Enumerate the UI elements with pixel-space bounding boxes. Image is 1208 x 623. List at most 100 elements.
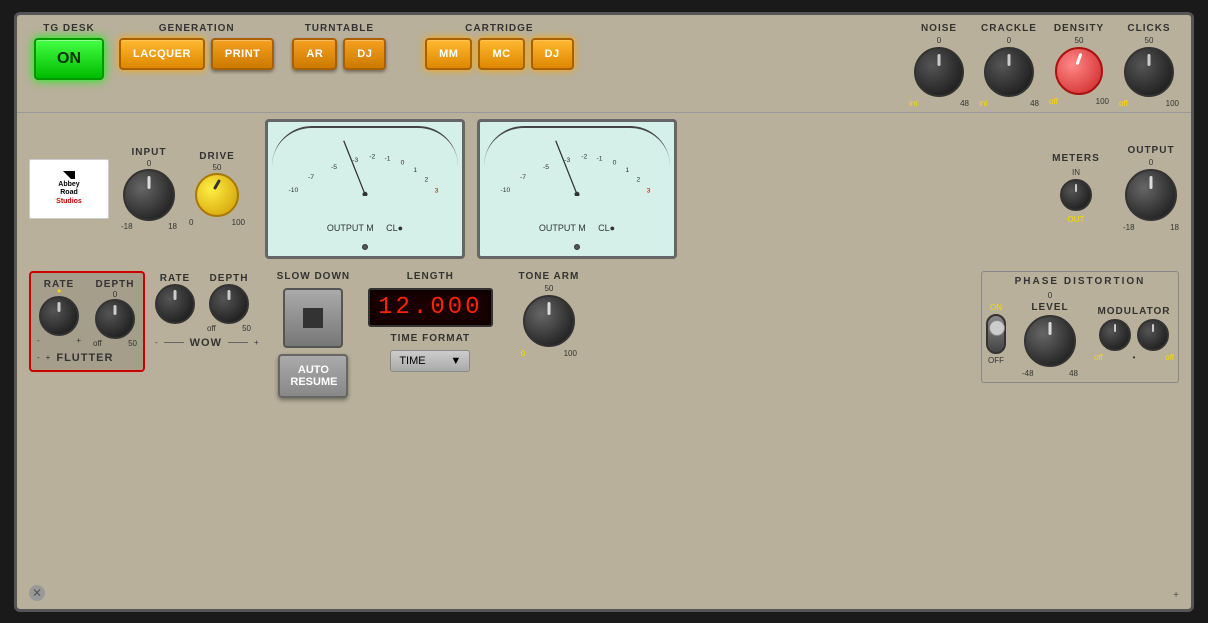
cl-left-label: CL●	[386, 223, 403, 233]
input-val: 0	[147, 159, 151, 168]
depth-flutter-val: 0	[113, 290, 117, 299]
svg-text:-7: -7	[308, 174, 314, 181]
phase-off-label: OFF	[988, 356, 1004, 365]
svg-text:-10: -10	[289, 186, 299, 193]
density-knob[interactable]	[1055, 47, 1103, 95]
lacquer-button[interactable]: LACQUER	[119, 38, 205, 70]
slow-down-label: SLOW DOWN	[277, 271, 350, 282]
rate-flutter-knob[interactable]	[39, 296, 79, 336]
noise-48-val: 48	[960, 99, 969, 108]
slow-down-button[interactable]	[283, 288, 343, 348]
phase-level-zero: 0	[1048, 291, 1052, 300]
svg-text:0: 0	[613, 159, 617, 166]
ar-button[interactable]: AR	[292, 38, 337, 70]
noise-int-label: int	[909, 99, 917, 108]
output-max: 18	[1170, 223, 1179, 232]
flutter-depth-max: 50	[128, 339, 137, 348]
svg-text:-5: -5	[331, 163, 337, 170]
flutter-label: FLUTTER	[56, 352, 113, 364]
output-min: -18	[1123, 223, 1135, 232]
clicks-100-val: 100	[1166, 99, 1179, 108]
rate-wow-label: RATE	[160, 273, 190, 284]
wow-off: off	[207, 324, 216, 333]
time-format-label: TIME FORMAT	[390, 333, 470, 344]
modulator-knob-right[interactable]	[1137, 319, 1169, 351]
flutter-plus: +	[46, 353, 51, 362]
mc-button[interactable]: MC	[478, 38, 524, 70]
flutter-rate-plus: +	[76, 336, 81, 345]
svg-text:2: 2	[425, 176, 429, 183]
vu-meter-right: -10 -7 -5 -3 -2 -1 0 1 2 3 OUTPUT M CL●	[477, 119, 677, 259]
tone-arm-max: 100	[564, 349, 577, 358]
depth-wow-knob[interactable]	[209, 284, 249, 324]
modulator-label: MODULATOR	[1097, 306, 1170, 317]
wow-line2	[228, 342, 248, 343]
rate-wow-knob[interactable]	[155, 284, 195, 324]
plus-icon-top-center: +	[1173, 590, 1179, 601]
tone-arm-val: 50	[544, 284, 553, 293]
crackle-label: CRACKLE	[981, 23, 1037, 34]
output-val: 0	[1149, 158, 1153, 167]
svg-text:2: 2	[637, 176, 641, 183]
tg-desk-label: TG DESK	[43, 23, 94, 34]
mm-button[interactable]: MM	[425, 38, 472, 70]
phase-distortion-toggle[interactable]	[986, 314, 1006, 354]
crackle-knob[interactable]	[984, 47, 1034, 97]
svg-text:1: 1	[625, 167, 629, 174]
length-display: 12.000	[368, 288, 492, 327]
svg-text:-1: -1	[385, 155, 391, 162]
abbey-road-line2: Road	[60, 189, 78, 196]
svg-text:-7: -7	[520, 174, 526, 181]
phase-level-min: -48	[1022, 369, 1034, 378]
dj-turntable-button[interactable]: DJ	[343, 38, 386, 70]
auto-resume-button[interactable]: AUTO RESUME	[278, 354, 348, 398]
meters-in-label: IN	[1072, 168, 1080, 177]
phase-level-label: LEVEL	[1031, 302, 1068, 313]
turntable-label: TURNTABLE	[305, 23, 374, 34]
input-knob[interactable]	[123, 169, 175, 221]
time-format-dropdown[interactable]: TIME ▼	[390, 350, 470, 372]
plugin-main: TG DESK ON GENERATION LACQUER PRINT TURN…	[14, 12, 1194, 612]
modulator-knob-left[interactable]	[1099, 319, 1131, 351]
stop-icon	[303, 308, 323, 328]
tone-arm-knob[interactable]	[523, 295, 575, 347]
minus-icon-bottom[interactable]: ✕	[29, 585, 45, 601]
drive-knob[interactable]	[195, 173, 239, 217]
on-button[interactable]: ON	[34, 38, 104, 80]
density-label: DENSITY	[1054, 23, 1104, 34]
input-label: INPUT	[132, 147, 167, 158]
noise-val: 0	[937, 36, 941, 45]
drive-val: 50	[213, 163, 222, 172]
cl-right-label: CL●	[598, 223, 615, 233]
tone-arm-min: 0	[521, 349, 525, 358]
clicks-knob[interactable]	[1124, 47, 1174, 97]
dropdown-arrow-icon: ▼	[450, 355, 461, 367]
svg-text:3: 3	[435, 187, 439, 194]
depth-flutter-knob[interactable]	[95, 299, 135, 339]
input-max: 18	[168, 222, 177, 231]
vu-left-label: OUTPUT M	[327, 223, 374, 233]
depth-flutter-label: DEPTH	[96, 279, 135, 290]
cartridge-label: CARTRIDGE	[465, 23, 533, 34]
svg-text:-10: -10	[501, 186, 511, 193]
wow-plus-label: +	[254, 338, 259, 347]
drive-max: 100	[232, 218, 245, 227]
noise-knob[interactable]	[914, 47, 964, 97]
noise-label: NOISE	[921, 23, 957, 34]
drive-label: DRIVE	[199, 151, 235, 162]
density-off-label: off	[1049, 97, 1058, 106]
phase-distortion-section: PHASE DISTORTION ON OFF 0 LEVEL -48 48	[981, 271, 1179, 383]
svg-text:1: 1	[413, 167, 417, 174]
tone-arm-label: TONE ARM	[519, 271, 580, 282]
dj-cartridge-button[interactable]: DJ	[531, 38, 574, 70]
depth-wow-label: DEPTH	[210, 273, 249, 284]
clicks-val: 50	[1145, 36, 1154, 45]
generation-label: GENERATION	[159, 23, 235, 34]
output-knob[interactable]	[1125, 169, 1177, 221]
meters-in-knob[interactable]	[1060, 179, 1092, 211]
phase-level-knob[interactable]	[1024, 315, 1076, 367]
wow-line	[164, 342, 184, 343]
flutter-depth-off: off	[93, 339, 102, 348]
print-button[interactable]: PRINT	[211, 38, 275, 70]
crackle-48-val: 48	[1030, 99, 1039, 108]
